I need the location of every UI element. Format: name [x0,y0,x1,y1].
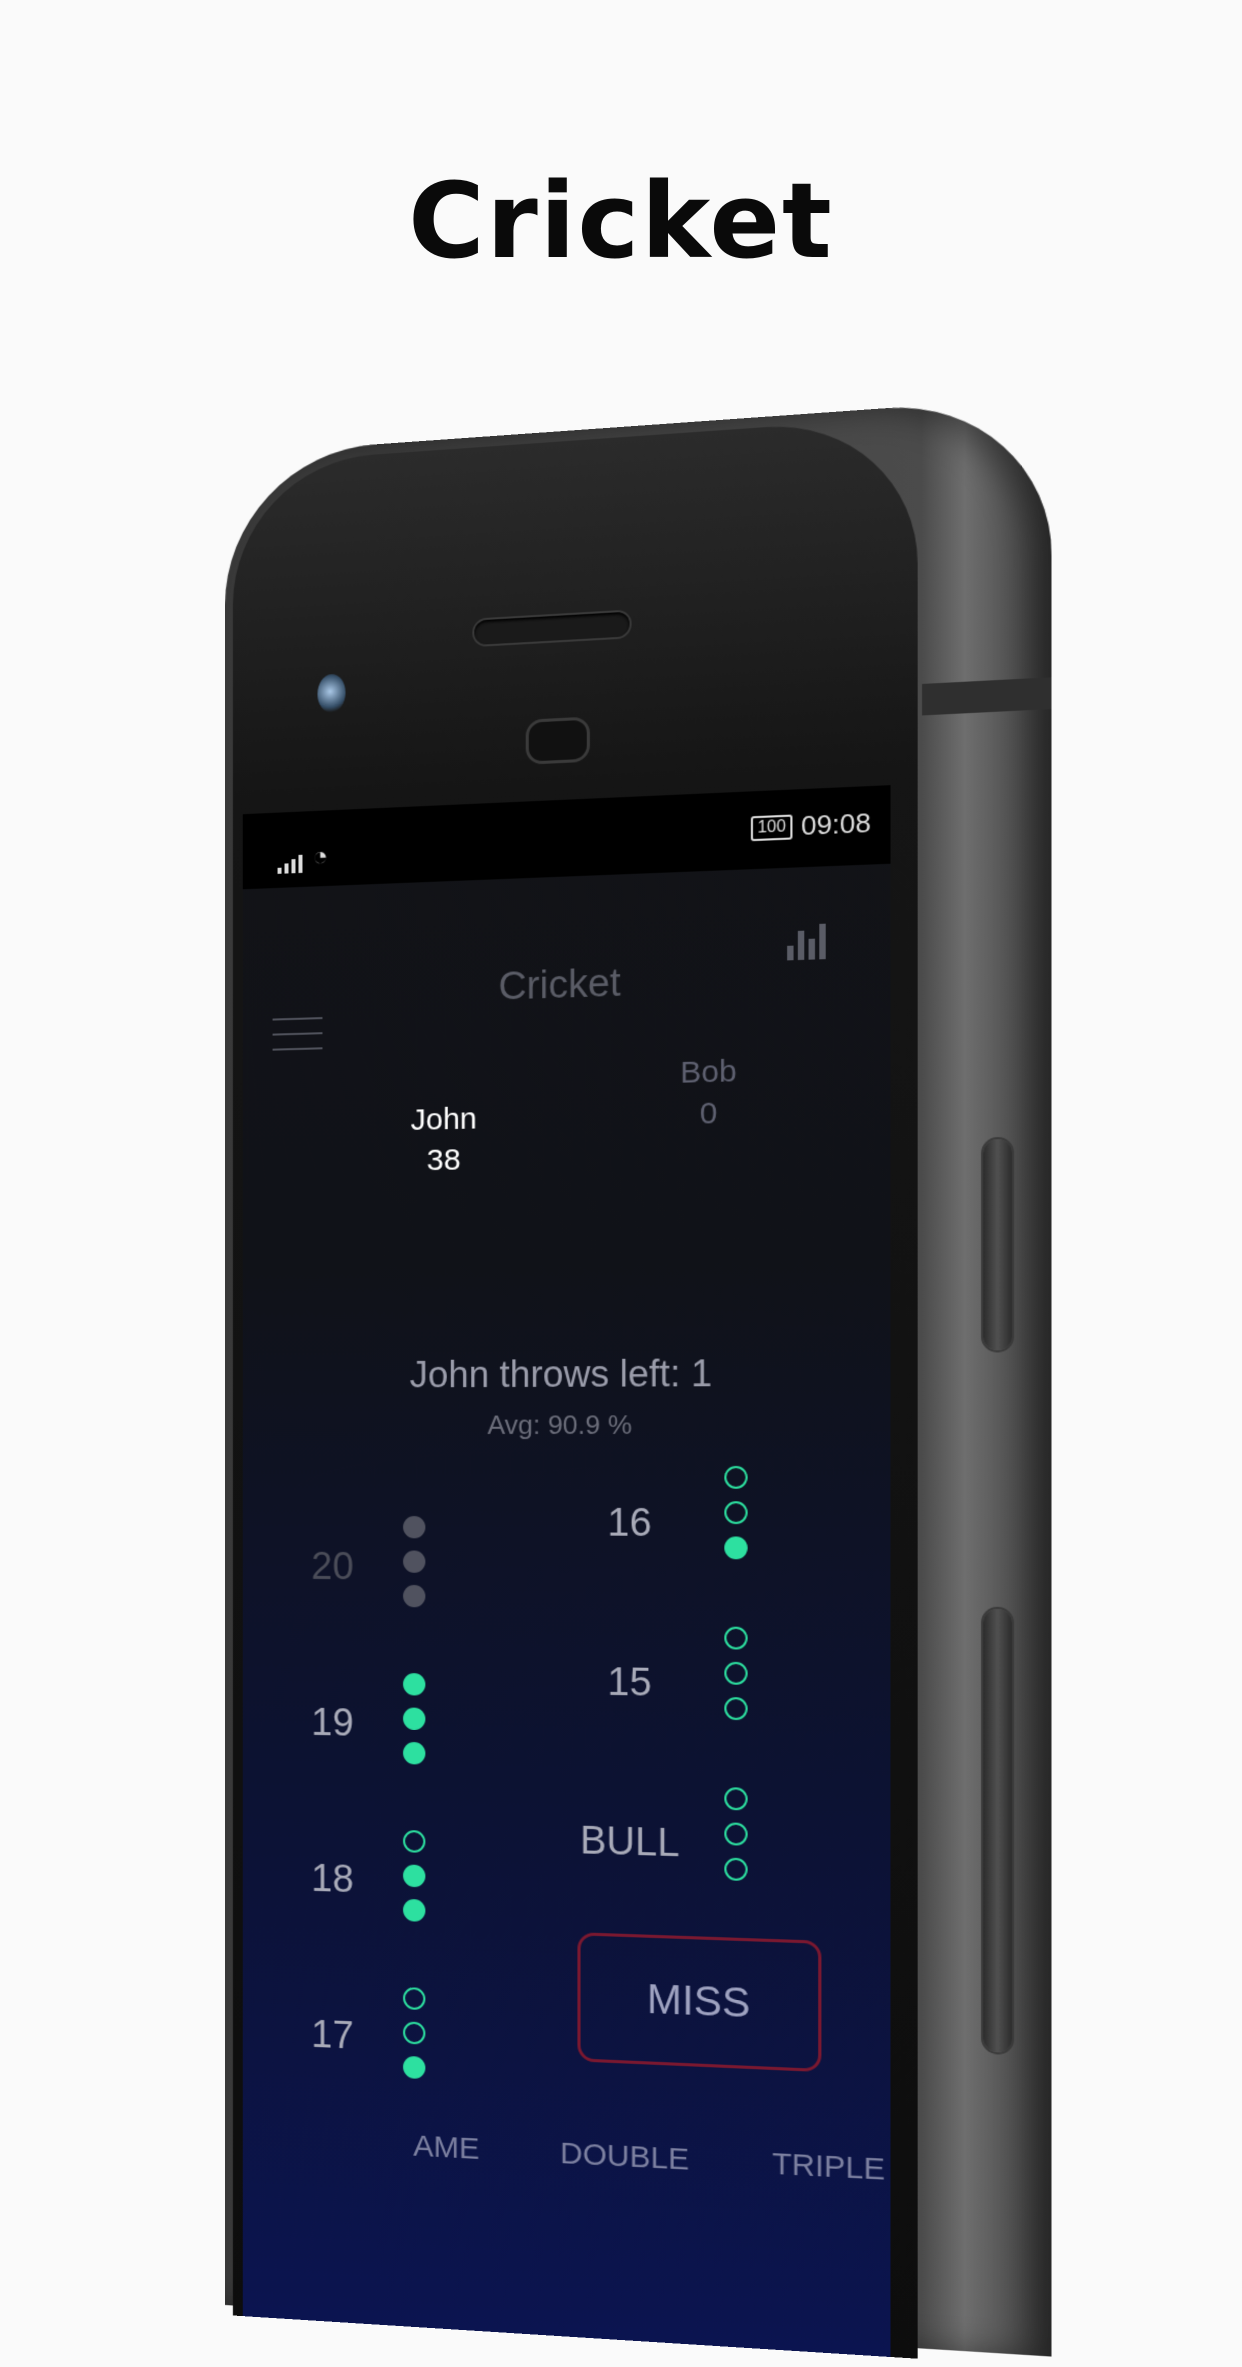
target-17-button[interactable]: 17 [263,2012,403,2061]
double-button[interactable]: DOUBLE [560,2136,689,2177]
hit-mark [724,1536,748,1560]
target-18-button[interactable]: 18 [263,1856,403,1904]
phone-front: ◔ 100 09:08 Cricket John 38 Bob 0 John t… [232,416,918,2359]
wifi-icon: ◔ [312,840,329,872]
target-18-marks [403,1829,426,1922]
clock: 09:08 [800,806,872,842]
status-left: ◔ [277,840,329,874]
game-label[interactable]: AME [413,2129,479,2167]
proximity-sensor [525,716,590,765]
hit-mark [724,1626,748,1650]
average-text: Avg: 90.9 % [487,1409,633,1441]
hit-mark [403,1898,426,1922]
target-19-marks [403,1672,426,1765]
target-20-button[interactable]: 20 [263,1545,403,1590]
hit-mark [403,2021,426,2045]
target-16-button[interactable]: 16 [557,1501,703,1546]
hit-mark [403,1584,426,1608]
hit-mark [403,1829,426,1853]
power-button [983,1608,1012,2053]
hit-mark [724,1501,748,1525]
player-name: John [410,1102,477,1138]
player-score: 0 [699,1096,718,1131]
target-15-button[interactable]: 15 [557,1660,703,1707]
app-title: Cricket [498,961,621,1009]
menu-icon[interactable] [272,1017,323,1063]
signal-icon [277,854,303,874]
hit-mark [403,1515,426,1539]
hit-mark [403,1864,426,1888]
hit-mark [724,1696,748,1721]
hit-mark [724,1857,748,1882]
hit-mark [724,1787,748,1811]
target-16-marks [724,1465,748,1560]
hit-mark [403,1986,426,2011]
player-score: 38 [426,1143,461,1178]
battery-icon: 100 [751,813,793,841]
target-bull-marks [724,1787,748,1882]
player-bob[interactable]: Bob 0 [651,1050,767,1136]
target-20-marks [403,1515,426,1608]
status-right: 100 09:08 [751,807,871,844]
hit-mark [724,1661,748,1685]
triple-button[interactable]: TRIPLE [772,2147,885,2188]
phone-side-band [922,677,1052,716]
status-bar: ◔ 100 09:08 [242,785,891,890]
front-camera [317,673,346,714]
hit-mark [403,1672,426,1696]
player-john[interactable]: John 38 [383,1098,505,1182]
multiplier-bar: AME DOUBLE TRIPLE [413,2129,885,2188]
target-17-marks [403,1986,426,2080]
target-bull-button[interactable]: BULL [557,1819,703,1867]
hit-mark [724,1822,748,1846]
hit-mark [403,1741,426,1765]
phone-frame: ◔ 100 09:08 Cricket John 38 Bob 0 John t… [225,396,1052,2359]
hit-mark [724,1465,748,1489]
throws-left-text: John throws left: 1 [409,1352,713,1396]
page-title: Cricket [408,160,834,282]
volume-button [983,1138,1012,1351]
app-screen: ◔ 100 09:08 Cricket John 38 Bob 0 John t… [242,785,891,2357]
hit-mark [403,1707,426,1731]
miss-button[interactable]: MISS [577,1932,822,2073]
stats-icon[interactable] [787,923,826,961]
earpiece-speaker [474,611,630,646]
hit-mark [403,2055,426,2080]
player-name: Bob [680,1054,737,1090]
target-15-marks [724,1626,748,1721]
hit-mark [403,1550,426,1573]
target-19-button[interactable]: 19 [263,1701,403,1747]
